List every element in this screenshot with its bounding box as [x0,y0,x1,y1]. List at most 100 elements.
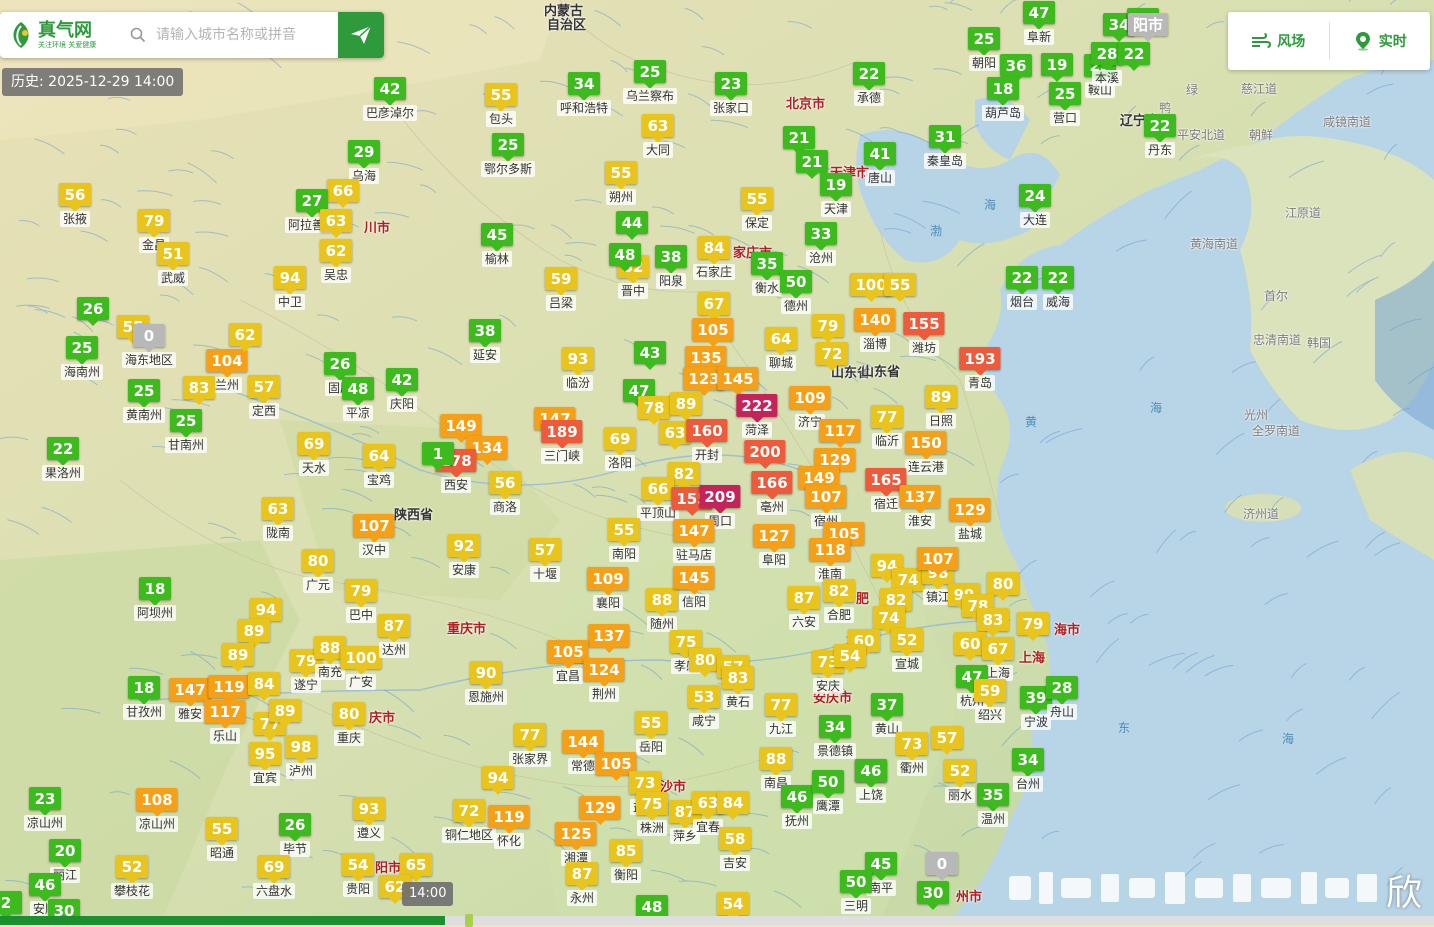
aqi-marker[interactable]: 66 [327,179,359,208]
aqi-marker[interactable]: 69 [298,432,330,461]
aqi-marker[interactable]: 52 [116,855,148,884]
aqi-marker[interactable]: 105 [692,318,734,347]
aqi-marker[interactable]: 124 [583,658,625,687]
aqi-marker[interactable]: 79 [812,314,844,343]
aqi-marker[interactable]: 189 [541,420,583,449]
aqi-marker[interactable]: 72 [453,799,485,828]
aqi-marker[interactable]: 107 [353,514,395,543]
aqi-marker[interactable]: 48 [342,377,374,406]
aqi-marker[interactable]: 42 [374,77,406,106]
aqi-marker[interactable]: 23 [715,72,747,101]
aqi-marker[interactable]: 95 [249,742,281,771]
aqi-marker[interactable]: 193 [959,347,1001,376]
aqi-marker[interactable]: 42 [386,368,418,397]
aqi-marker[interactable]: 46 [855,759,887,788]
aqi-marker[interactable]: 200 [744,440,786,469]
aqi-marker[interactable]: 137 [588,624,630,653]
aqi-marker[interactable]: 41 [864,142,896,171]
aqi-marker[interactable]: 93 [562,347,594,376]
aqi-marker[interactable]: 125 [555,822,597,851]
aqi-marker[interactable]: 22 [1118,42,1150,71]
aqi-marker[interactable]: 24 [1019,184,1051,213]
aqi-marker[interactable]: 77 [765,693,797,722]
aqi-marker[interactable]: 119 [488,805,530,834]
aqi-marker[interactable]: 84 [698,236,730,265]
aqi-marker[interactable]: 145 [717,367,759,396]
aqi-marker[interactable]: 50 [780,270,812,299]
aqi-marker[interactable]: 145 [673,566,715,595]
aqi-marker[interactable]: 80 [333,702,365,731]
aqi-marker[interactable]: 20 [49,839,81,868]
aqi-marker[interactable]: 55 [605,161,637,190]
aqi-marker[interactable]: 83 [722,666,754,695]
aqi-marker[interactable]: 46 [781,785,813,814]
aqi-marker[interactable]: 140 [854,308,896,337]
aqi-marker[interactable]: 55 [635,711,667,740]
aqi-marker[interactable]: 73 [896,732,928,761]
aqi-marker[interactable]: 25 [170,409,202,438]
aqi-marker[interactable]: 117 [204,700,246,729]
aqi-marker[interactable]: 45 [481,223,513,252]
aqi-marker[interactable]: 37 [871,693,903,722]
aqi-marker[interactable]: 47 [1023,1,1055,30]
aqi-marker[interactable]: 108 [136,788,178,817]
aqi-marker[interactable]: 129 [579,796,621,825]
aqi-marker[interactable]: 35 [751,252,783,281]
aqi-marker[interactable]: 137 [899,485,941,514]
aqi-marker[interactable]: 160 [686,419,728,448]
aqi-marker[interactable]: 50 [812,770,844,799]
aqi-marker[interactable]: 2 [0,891,22,920]
aqi-marker[interactable]: 87 [788,586,820,615]
wind-field-button[interactable]: 风场 [1228,12,1329,70]
aqi-marker[interactable]: 23 [29,787,61,816]
aqi-marker[interactable]: 22 [1144,114,1176,143]
aqi-marker[interactable]: 21 [796,150,828,179]
aqi-marker[interactable]: 25 [492,133,524,162]
aqi-marker[interactable]: 69 [258,855,290,884]
aqi-marker[interactable]: 79 [345,579,377,608]
aqi-marker[interactable]: 0 [133,324,165,353]
aqi-marker[interactable]: 19 [1041,53,1073,82]
aqi-marker[interactable]: 79 [138,209,170,238]
aqi-marker[interactable]: 77 [514,723,546,752]
aqi-marker[interactable]: 104 [206,349,248,378]
realtime-button[interactable]: 实时 [1330,12,1431,70]
aqi-marker[interactable]: 89 [925,385,957,414]
aqi-marker[interactable]: 36 [1000,54,1032,83]
aqi-marker[interactable]: 52 [944,759,976,788]
aqi-marker[interactable]: 51 [157,242,189,271]
aqi-marker[interactable]: 34 [819,715,851,744]
aqi-marker[interactable]: 78 [638,396,670,425]
aqi-marker[interactable]: 89 [269,699,301,728]
aqi-marker[interactable]: 72 [816,342,848,371]
search-input[interactable] [154,26,344,44]
aqi-marker[interactable]: 38 [469,319,501,348]
aqi-marker[interactable]: 89 [238,619,270,648]
aqi-marker[interactable]: 77 [871,405,903,434]
aqi-marker[interactable]: 26 [77,297,109,326]
aqi-marker[interactable]: 55 [741,187,773,216]
aqi-marker[interactable]: 43 [634,341,666,370]
aqi-marker[interactable]: 55 [485,83,517,112]
aqi-marker[interactable]: 89 [670,392,702,421]
aqi-marker[interactable]: 155 [903,312,945,341]
aqi-marker[interactable]: 92 [448,534,480,563]
aqi-marker[interactable]: 57 [248,375,280,404]
aqi-marker[interactable]: 34 [1012,748,1044,777]
aqi-marker[interactable]: 85 [610,839,642,868]
aqi-marker[interactable]: 84 [717,791,749,820]
aqi-marker[interactable]: 107 [805,485,847,514]
aqi-marker[interactable]: 93 [353,797,385,826]
aqi-marker[interactable]: 50 [840,870,872,899]
aqi-marker[interactable]: 52 [891,628,923,657]
aqi-marker[interactable]: 88 [760,747,792,776]
aqi-marker[interactable]: 79 [1017,612,1049,641]
aqi-marker[interactable]: 222 [736,394,778,423]
aqi-marker[interactable]: 58 [719,827,751,856]
timeline-handle[interactable] [464,914,473,927]
aqi-marker[interactable]: 26 [324,352,356,381]
aqi-marker[interactable]: 57 [529,538,561,567]
aqi-marker[interactable]: 25 [66,336,98,365]
aqi-marker[interactable]: 65 [400,853,432,882]
aqi-marker[interactable]: 19 [820,173,852,202]
